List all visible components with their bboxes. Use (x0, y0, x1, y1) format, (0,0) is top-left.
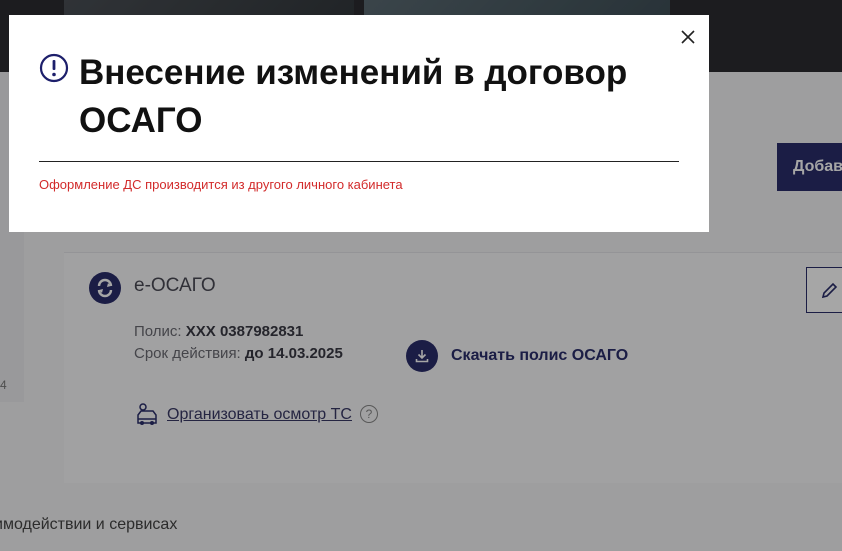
error-message: Оформление ДС производится из другого ли… (39, 177, 403, 192)
close-icon (681, 30, 695, 44)
modal-title: Внесение изменений в договор ОСАГО (79, 53, 628, 140)
close-button[interactable] (677, 26, 699, 48)
modal-divider (39, 161, 679, 162)
modal-dialog: Внесение изменений в договор ОСАГО Оформ… (9, 15, 709, 232)
exclamation-circle-icon (39, 53, 69, 83)
